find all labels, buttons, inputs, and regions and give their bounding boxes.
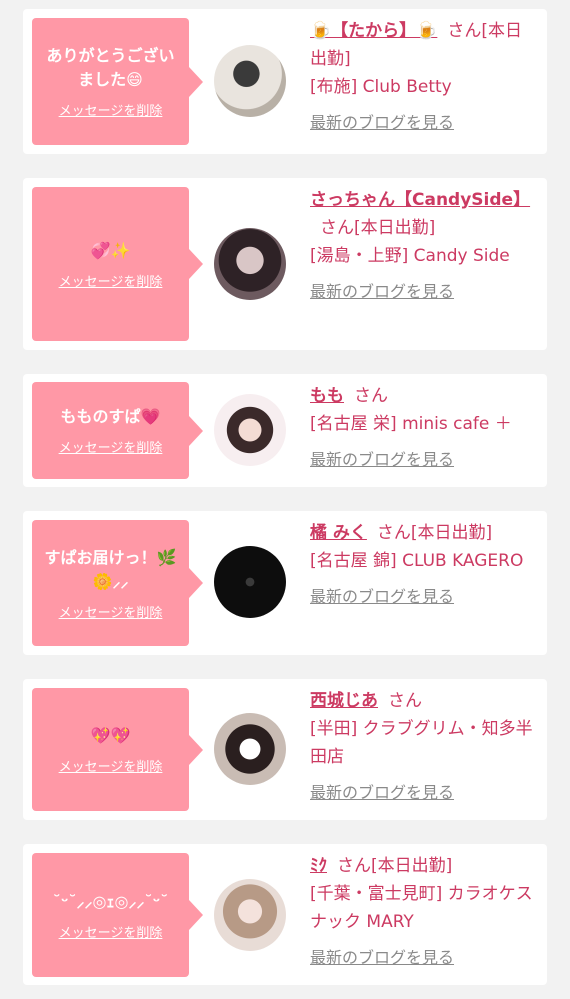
- message-text: 💞✨: [90, 240, 131, 260]
- avatar[interactable]: [214, 228, 286, 300]
- store-label: [名古屋 栄] minis cafe ＋: [310, 414, 512, 434]
- cast-name-link[interactable]: さっちゃん【CandySide】: [310, 190, 530, 210]
- view-blog-link[interactable]: 最新のブログを見る: [310, 944, 538, 972]
- message-bubble: もものすぱ💗 メッセージを削除: [32, 382, 203, 479]
- profile-info: もも さん [名古屋 栄] minis cafe ＋ 最新のブログを見る: [310, 382, 538, 474]
- view-blog-link[interactable]: 最新のブログを見る: [310, 779, 538, 807]
- cast-name-link[interactable]: 🍺【たから】🍺: [310, 21, 437, 41]
- message-bubble: 💖💖 メッセージを削除: [32, 688, 203, 811]
- profile-info: 橘 みく さん[本日出勤] [名古屋 錦] CLUB KAGERO 最新のブログを…: [310, 519, 538, 611]
- message-card: 💖💖 メッセージを削除 西城じあ さん [半田] クラブグリム・知多半田店 最新の…: [23, 679, 547, 820]
- store-label: [半田] クラブグリム・知多半田店: [310, 719, 533, 767]
- view-blog-link[interactable]: 最新のブログを見る: [310, 446, 538, 474]
- view-blog-link[interactable]: 最新のブログを見る: [310, 278, 538, 306]
- cast-name-link[interactable]: もも: [310, 386, 344, 406]
- delete-message-link[interactable]: メッセージを削除: [59, 602, 163, 621]
- store-label: [湯島・上野] Candy Side: [310, 246, 510, 266]
- delete-message-link[interactable]: メッセージを削除: [59, 271, 163, 290]
- profile-info: ﾐｸ さん[本日出勤] [千葉・富士見町] カラオケスナック MARY 最新のブロ…: [310, 852, 538, 972]
- avatar[interactable]: [214, 879, 286, 951]
- view-blog-link[interactable]: 最新のブログを見る: [310, 583, 538, 611]
- cast-status: さん[本日出勤]: [337, 856, 453, 876]
- cast-status: さん: [388, 691, 422, 711]
- message-text: ありがとうござい ました😄: [46, 46, 175, 89]
- delete-message-link[interactable]: メッセージを削除: [59, 922, 163, 941]
- view-blog-link[interactable]: 最新のブログを見る: [310, 109, 538, 137]
- delete-message-link[interactable]: メッセージを削除: [59, 100, 163, 119]
- message-card: ありがとうござい ました😄 メッセージを削除 🍺【たから】🍺 さん[本日出勤] […: [23, 9, 547, 154]
- message-bubble: すぱお届けっ！🌿 🌼⸝⸝ メッセージを削除: [32, 520, 203, 646]
- cast-name-link[interactable]: 橘 みく: [310, 523, 367, 543]
- profile-info: 🍺【たから】🍺 さん[本日出勤] [布施] Club Betty 最新のブログを見…: [310, 17, 538, 137]
- message-card: 💞✨ メッセージを削除 さっちゃん【CandySide】さん[本日出勤] [湯島…: [23, 178, 547, 350]
- message-text: ˘ᵕ˘⸝⸝◎ｪ◎⸝⸝˘ᵕ˘: [52, 891, 169, 911]
- delete-message-link[interactable]: メッセージを削除: [59, 756, 163, 775]
- avatar[interactable]: [214, 546, 286, 618]
- cast-name-link[interactable]: ﾐｸ: [310, 856, 327, 876]
- store-label: [名古屋 錦] CLUB KAGERO: [310, 551, 524, 571]
- message-text: すぱお届けっ！🌿 🌼⸝⸝: [44, 547, 177, 591]
- message-text: もものすぱ💗: [60, 407, 161, 426]
- message-card: すぱお届けっ！🌿 🌼⸝⸝ メッセージを削除 橘 みく さん[本日出勤] [名古屋 …: [23, 511, 547, 655]
- cast-name-link[interactable]: 西城じあ: [310, 691, 378, 711]
- cast-status: さん: [354, 386, 388, 406]
- message-bubble: 💞✨ メッセージを削除: [32, 187, 203, 341]
- store-label: [布施] Club Betty: [310, 77, 452, 97]
- cast-status: さん[本日出勤]: [320, 218, 436, 238]
- message-bubble: ありがとうござい ました😄 メッセージを削除: [32, 18, 203, 145]
- message-bubble: ˘ᵕ˘⸝⸝◎ｪ◎⸝⸝˘ᵕ˘ メッセージを削除: [32, 853, 203, 977]
- cast-status: さん[本日出勤]: [376, 523, 493, 543]
- message-card: ˘ᵕ˘⸝⸝◎ｪ◎⸝⸝˘ᵕ˘ メッセージを削除 ﾐｸ さん[本日出勤] [千葉・富士…: [23, 844, 547, 985]
- profile-info: 西城じあ さん [半田] クラブグリム・知多半田店 最新のブログを見る: [310, 687, 538, 807]
- profile-info: さっちゃん【CandySide】さん[本日出勤] [湯島・上野] Candy S…: [310, 186, 538, 306]
- avatar[interactable]: [214, 713, 286, 785]
- store-label: [千葉・富士見町] カラオケスナック MARY: [310, 884, 533, 932]
- avatar[interactable]: [214, 45, 286, 117]
- message-text: 💖💖: [90, 726, 131, 745]
- avatar[interactable]: [214, 394, 286, 466]
- delete-message-link[interactable]: メッセージを削除: [59, 437, 163, 456]
- message-card: もものすぱ💗 メッセージを削除 もも さん [名古屋 栄] minis cafe …: [23, 374, 547, 487]
